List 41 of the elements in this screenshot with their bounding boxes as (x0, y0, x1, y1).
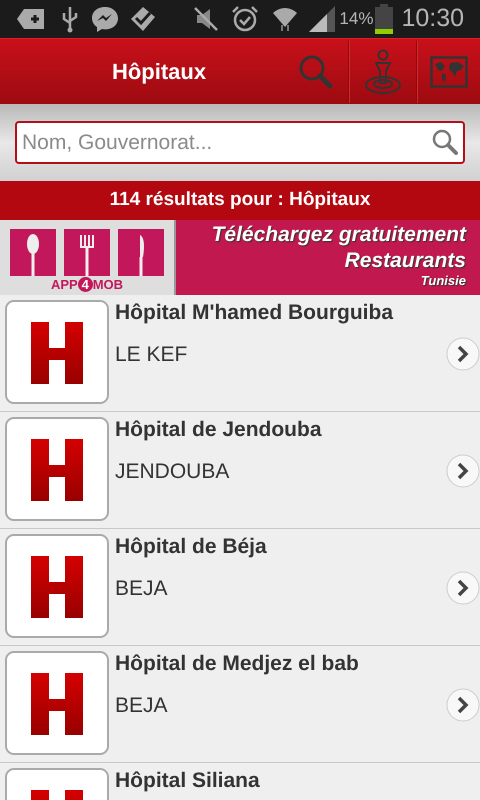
hospital-name: Hôpital M'hamed Bourguiba (115, 300, 393, 326)
battery-icon (375, 4, 394, 34)
fork-icon (64, 229, 110, 276)
logo-text: APP (50, 278, 78, 291)
logo-text: MOB (92, 278, 124, 291)
alarm-icon (231, 5, 260, 33)
ad-title: Restaurants (344, 248, 466, 274)
search-field[interactable]: Nom, Gouvernorat... (15, 121, 465, 164)
hospital-sign-icon (5, 534, 109, 638)
ad-headline: Téléchargez gratuitement (212, 222, 466, 248)
hospital-name: Hôpital de Medjez el bab (115, 651, 359, 677)
messenger-icon (90, 5, 120, 33)
search-icon[interactable] (431, 128, 459, 156)
wifi-icon (271, 5, 300, 33)
knife-icon (118, 229, 164, 276)
chevron-right-button[interactable] (446, 571, 480, 605)
results-count: 114 résultats pour : Hôpitaux (110, 188, 370, 212)
hospital-sign-icon (5, 651, 109, 755)
ad-subtitle: Tunisie (420, 274, 466, 288)
chevron-right-button[interactable] (446, 454, 480, 488)
chevron-right-button[interactable] (446, 688, 480, 722)
hospital-region: BEJA (115, 576, 169, 602)
usb-icon (60, 5, 80, 33)
add-notification-icon (16, 7, 46, 31)
ad-banner[interactable]: APP 4 MOB Téléchargez gratuitement Restaurants Tunisie (0, 220, 480, 295)
hospital-region: BEJA (115, 693, 169, 719)
clock-time: 10:30 (401, 3, 464, 34)
battery-percent: 14% (339, 8, 374, 30)
hospital-name: Hôpital de Jendouba (115, 417, 322, 443)
signal-icon (307, 6, 338, 32)
hospital-region: JENDOUBA (115, 459, 230, 485)
spoon-icon (10, 229, 56, 276)
hospital-name: Hôpital Siliana (115, 768, 260, 794)
header-title: Hôpitaux (112, 58, 206, 86)
hospital-sign-icon (5, 300, 109, 404)
logo-digit: 4 (78, 277, 93, 292)
mute-icon (193, 6, 220, 32)
hospital-name: Hôpital de Béja (115, 534, 267, 560)
chevron-right-button[interactable] (446, 337, 480, 371)
hospital-region: LE KEF (115, 342, 188, 368)
hospital-sign-icon (5, 417, 109, 521)
